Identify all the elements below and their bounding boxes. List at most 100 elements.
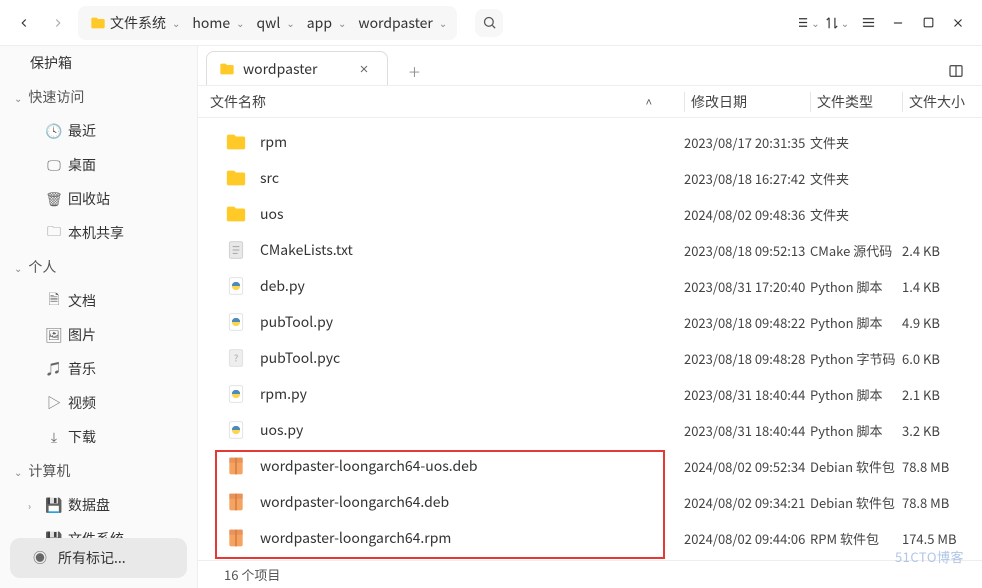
view-list-button[interactable]: ⌄ — [794, 9, 822, 37]
tab-close-button[interactable] — [353, 58, 375, 80]
sidebar-item-pictures[interactable]: 🖼图片 — [0, 318, 197, 352]
file-row[interactable]: uos.py2023/08/31 18:40:44Python 脚本3.2 KB — [198, 412, 982, 448]
sidebar-item-videos[interactable]: ▷视频 — [0, 386, 197, 420]
sidebar-item-recent[interactable]: 🕓最近 — [0, 114, 197, 148]
file-size: 78.8 MB — [902, 457, 982, 476]
file-name: src — [260, 168, 684, 188]
sidebar-section-label: 快速访问 — [28, 87, 84, 107]
tag-icon: ◉ — [32, 548, 48, 568]
tab-bar: wordpaster ＋ — [198, 46, 982, 86]
sidebar-item-label: 回收站 — [68, 189, 110, 209]
file-row[interactable]: ?pubTool.pyc2023/08/18 09:48:28Python 字节… — [198, 340, 982, 376]
svg-text:?: ? — [234, 350, 238, 364]
breadcrumb-app[interactable]: app ⌄ — [303, 11, 353, 35]
sidebar-item-datadisk[interactable]: ›💾数据盘 — [0, 488, 197, 522]
sidebar-item-share[interactable]: 🗀本机共享 — [0, 216, 197, 250]
file-type: Python 字节码 — [810, 349, 902, 368]
menu-button[interactable] — [854, 9, 882, 37]
panel-split-button[interactable] — [942, 57, 970, 85]
file-row[interactable]: deb.py2023/08/31 17:20:40Python 脚本1.4 KB — [198, 268, 982, 304]
file-row[interactable]: rpm.py2023/08/31 18:40:44Python 脚本2.1 KB — [198, 376, 982, 412]
image-icon: 🖼 — [46, 325, 62, 345]
clock-icon: 🕓 — [46, 121, 62, 141]
content-area: 保护箱 ⌄ 快速访问 🕓最近 🖵桌面 🗑回收站 🗀本机共享 ⌄ 个人 🗎 文档 🖼… — [0, 46, 982, 588]
file-name: wordpaster-loongarch64-uos.deb — [260, 456, 684, 476]
breadcrumb-qwl[interactable]: qwl ⌄ — [252, 11, 300, 35]
chevron-down-icon: ⌄ — [437, 15, 449, 30]
path-breadcrumb: 文件系统 ⌄ home ⌄ qwl ⌄ app ⌄ wordpaster ⌄ — [78, 6, 457, 40]
status-bar: 16 个项目 — [198, 560, 982, 588]
file-icon — [224, 490, 248, 514]
file-row[interactable]: pubTool.py2023/08/18 09:48:22Python 脚本4.… — [198, 304, 982, 340]
file-name: wordpaster-loongarch64.rpm — [260, 528, 684, 548]
download-icon: ⤓ — [46, 427, 62, 447]
tab-label: wordpaster — [243, 59, 317, 79]
file-row[interactable]: wordpaster-loongarch64-uos.deb2024/08/02… — [198, 448, 982, 484]
chevron-right-icon: › — [28, 498, 40, 513]
sidebar-item-desktop[interactable]: 🖵桌面 — [0, 148, 197, 182]
sidebar-section-quickaccess[interactable]: ⌄ 快速访问 — [0, 80, 197, 114]
sidebar-item-documents[interactable]: 🗎 文档 — [0, 284, 197, 318]
column-label: 文件类型 — [817, 92, 873, 112]
file-row[interactable]: CMakeLists.txt2023/08/18 09:52:13CMake 源… — [198, 232, 982, 268]
sidebar-item-trash[interactable]: 🗑回收站 — [0, 182, 197, 216]
back-button[interactable] — [10, 9, 38, 37]
file-date: 2023/08/18 09:48:28 — [684, 349, 810, 368]
tab-wordpaster[interactable]: wordpaster — [206, 51, 388, 85]
sidebar-item-downloads[interactable]: ⤓下载 — [0, 420, 197, 454]
file-row[interactable]: rpm2023/08/17 20:31:35文件夹 — [198, 124, 982, 160]
file-name: CMakeLists.txt — [260, 240, 684, 260]
breadcrumb-label: 文件系统 — [110, 13, 166, 33]
sidebar-item-safebox[interactable]: 保护箱 — [0, 46, 197, 80]
file-row[interactable]: src2023/08/18 16:27:42文件夹 — [198, 160, 982, 196]
tab-add-button[interactable]: ＋ — [400, 57, 428, 85]
close-button[interactable] — [944, 9, 972, 37]
sidebar-item-label: 本机共享 — [68, 223, 124, 243]
sidebar-section-computer[interactable]: ⌄ 计算机 — [0, 454, 197, 488]
file-row[interactable]: wordpaster-loongarch64.deb2024/08/02 09:… — [198, 484, 982, 520]
column-size-header[interactable]: 文件大小 — [902, 92, 982, 112]
breadcrumb-label: home — [192, 13, 230, 33]
sidebar-item-label: 文档 — [68, 291, 96, 311]
breadcrumb-home[interactable]: home ⌄ — [188, 11, 250, 35]
file-row[interactable]: uos2024/08/02 09:48:36文件夹 — [198, 196, 982, 232]
file-date: 2024/08/02 09:48:36 — [684, 205, 810, 224]
breadcrumb-label: qwl — [256, 13, 280, 33]
maximize-button[interactable] — [914, 9, 942, 37]
file-name: rpm.py — [260, 384, 684, 404]
column-name-header[interactable]: 文件名称 ˄ — [210, 92, 684, 112]
file-type: Python 脚本 — [810, 421, 902, 440]
sidebar-section-label: 计算机 — [28, 461, 70, 481]
sidebar-item-label: 音乐 — [68, 359, 96, 379]
column-type-header[interactable]: 文件类型 — [810, 92, 902, 112]
sort-button[interactable]: ⌄ — [824, 9, 852, 37]
file-date: 2024/08/02 09:34:21 — [684, 493, 810, 512]
file-size: 78.8 MB — [902, 493, 982, 512]
document-icon: 🗎 — [46, 289, 62, 313]
desktop-icon: 🖵 — [46, 155, 62, 175]
main-panel: wordpaster ＋ 文件名称 ˄ 修改日期 文件类型 文件大小 rpm — [198, 46, 982, 588]
sidebar-footer-tags[interactable]: ◉ 所有标记... — [10, 538, 187, 578]
breadcrumb-label: app — [307, 13, 332, 33]
file-icon — [224, 526, 248, 550]
file-row[interactable]: wordpaster-loongarch64.rpm2024/08/02 09:… — [198, 520, 982, 556]
file-date: 2023/08/18 09:48:22 — [684, 313, 810, 332]
breadcrumb-filesystem[interactable]: 文件系统 ⌄ — [86, 11, 186, 35]
file-icon — [224, 454, 248, 478]
file-icon: ? — [224, 346, 248, 370]
file-list[interactable]: rpm2023/08/17 20:31:35文件夹src2023/08/18 1… — [198, 118, 982, 560]
breadcrumb-label: wordpaster — [358, 13, 432, 33]
breadcrumb-wordpaster[interactable]: wordpaster ⌄ — [354, 11, 453, 35]
chevron-down-icon: ⌄ — [839, 15, 851, 30]
column-date-header[interactable]: 修改日期 — [684, 92, 810, 112]
sidebar-section-personal[interactable]: ⌄ 个人 — [0, 250, 197, 284]
file-type: CMake 源代码 — [810, 241, 902, 260]
search-button[interactable] — [475, 9, 503, 37]
minimize-button[interactable] — [884, 9, 912, 37]
chevron-down-icon: ⌄ — [14, 464, 22, 479]
chevron-down-icon: ⌄ — [14, 90, 22, 105]
sidebar-item-music[interactable]: ♫音乐 — [0, 352, 197, 386]
file-type: Debian 软件包 — [810, 493, 902, 512]
forward-button[interactable] — [44, 9, 72, 37]
file-type: Debian 软件包 — [810, 457, 902, 476]
